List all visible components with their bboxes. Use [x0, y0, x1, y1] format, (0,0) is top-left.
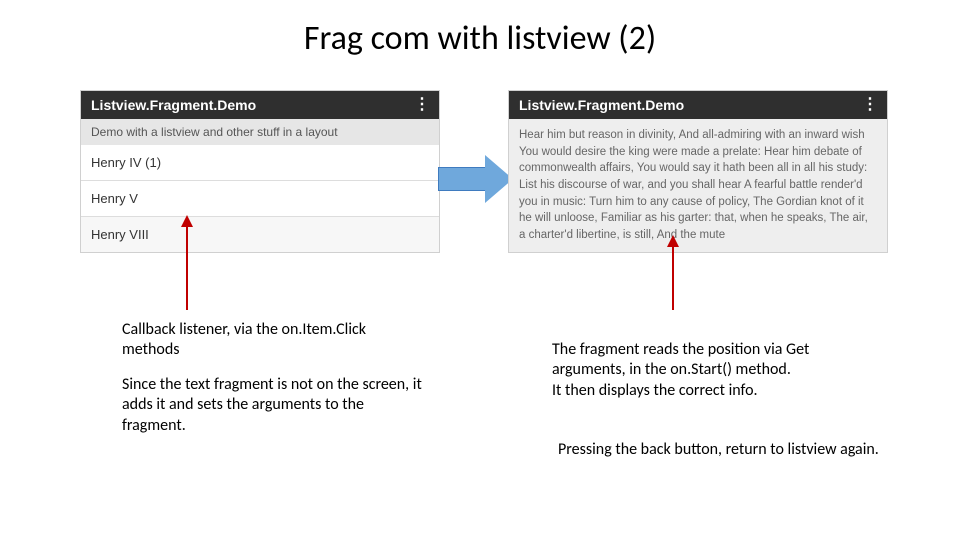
- list-item: Henry IV (1): [81, 145, 439, 181]
- arrow-up-icon: [672, 245, 674, 310]
- arrow-right-icon: [438, 155, 518, 203]
- appbar-title: Listview.Fragment.Demo: [519, 97, 684, 113]
- appbar-title: Listview.Fragment.Demo: [91, 97, 256, 113]
- caption-left: Callback listener, via the on.Item.Click…: [122, 320, 422, 436]
- caption-paragraph: Callback listener, via the on.Item.Click…: [122, 320, 422, 361]
- appbar-right: Listview.Fragment.Demo ⋮: [509, 91, 887, 119]
- detail-text: Hear him but reason in divinity, And all…: [509, 119, 887, 252]
- caption-paragraph: Since the text fragment is not on the sc…: [122, 375, 422, 436]
- overflow-menu-icon: ⋮: [862, 100, 877, 110]
- arrow-up-icon: [186, 225, 188, 310]
- list-item: Henry V: [81, 181, 439, 217]
- phone-right-screenshot: Listview.Fragment.Demo ⋮ Hear him but re…: [508, 90, 888, 253]
- list-item: Henry VIII: [81, 217, 439, 252]
- overflow-menu-icon: ⋮: [414, 100, 429, 110]
- caption-right-1: The fragment reads the position via Get …: [552, 340, 882, 401]
- appbar-left: Listview.Fragment.Demo ⋮: [81, 91, 439, 119]
- caption-right-2: Pressing the back button, return to list…: [558, 440, 888, 460]
- phone-left-screenshot: Listview.Fragment.Demo ⋮ Demo with a lis…: [80, 90, 440, 253]
- slide: Frag com with listview (2) Listview.Frag…: [0, 0, 960, 540]
- list-subtitle: Demo with a listview and other stuff in …: [81, 119, 439, 145]
- slide-title: Frag com with listview (2): [0, 18, 960, 59]
